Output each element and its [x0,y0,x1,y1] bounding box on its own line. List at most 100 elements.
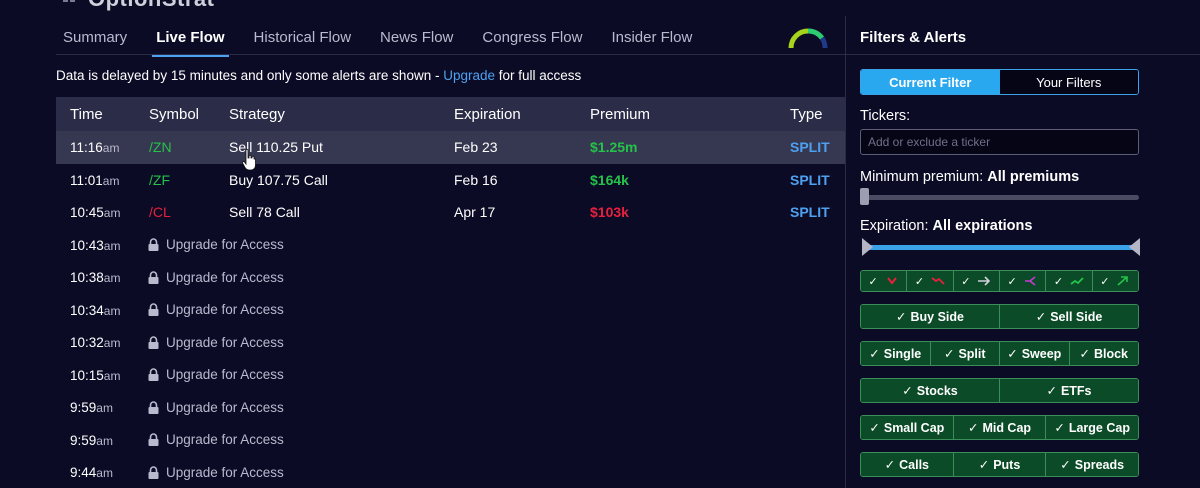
locked-row[interactable]: 10:15am Upgrade for Access [56,359,845,392]
bullish-filter[interactable]: ✓ [1092,271,1138,291]
lock-icon [148,368,159,382]
sentiment-filter-group: ✓ ✓ ✓ ✓ ✓ ✓ [860,270,1139,292]
row-time: 10:38am [70,270,121,286]
tab-news-flow[interactable]: News Flow [380,22,453,56]
lock-icon [148,466,159,479]
option-type-filter-group: ✓ Calls ✓ Puts ✓ Spreads [860,452,1139,477]
locked-row[interactable]: 10:34am Upgrade for Access [56,294,845,327]
row-strategy: Sell 78 Call [229,204,300,221]
table-row[interactable]: 11:16am /ZN Sell 110.25 Put Feb 23 $1.25… [56,131,845,164]
sweep-filter[interactable]: ✓ Sweep [1000,342,1070,365]
upgrade-access[interactable]: Upgrade for Access [148,302,284,317]
notice-suffix: for full access [495,68,582,83]
lock-icon [148,303,159,317]
flow-table: Time Symbol Strategy Expiration Premium … [56,97,845,488]
min-premium-slider-handle[interactable] [860,188,869,205]
side-filter-group: ✓ Buy Side ✓ Sell Side [860,304,1139,329]
row-symbol[interactable]: /ZF [149,172,170,188]
current-filter-button[interactable]: Current Filter [861,70,1000,94]
etfs-filter[interactable]: ✓ ETFs [1000,379,1138,402]
upgrade-access[interactable]: Upgrade for Access [148,465,284,480]
tab-live-flow[interactable]: Live Flow [152,22,229,57]
delay-notice: Data is delayed by 15 minutes and only s… [56,68,581,83]
header-premium[interactable]: Premium [590,106,650,123]
ticker-input[interactable] [860,129,1139,155]
tab-summary[interactable]: Summary [63,22,127,56]
calls-filter[interactable]: ✓ Calls [861,453,954,476]
small-cap-filter[interactable]: ✓ Small Cap [861,416,954,439]
stocks-filter[interactable]: ✓ Stocks [861,379,1000,402]
upgrade-access[interactable]: Upgrade for Access [148,237,284,252]
filter-toggle: Current Filter Your Filters [860,69,1139,95]
spreads-filter[interactable]: ✓ Spreads [1046,453,1138,476]
row-symbol[interactable]: /CL [149,204,171,220]
row-time: 11:01am [70,172,120,188]
mid-cap-filter[interactable]: ✓ Mid Cap [953,416,1047,439]
gauge-icon [788,28,828,49]
row-symbol[interactable]: /ZN [149,139,172,155]
upgrade-access[interactable]: Upgrade for Access [148,432,284,447]
panel-divider [845,16,846,488]
bullish-trend-filter[interactable]: ✓ [1046,271,1093,291]
split-filter[interactable]: ✓ Split [930,342,1000,365]
lock-icon [148,238,159,252]
filters-alerts-title: Filters & Alerts [860,29,967,46]
tab-insider-flow[interactable]: Insider Flow [611,22,692,56]
expiration-slider-track[interactable] [862,245,1139,250]
min-premium-label: Minimum premium: All premiums [860,169,1080,185]
single-filter[interactable]: ✓ Single [861,342,931,365]
header-symbol[interactable]: Symbol [149,106,199,123]
upgrade-access[interactable]: Upgrade for Access [148,400,284,415]
large-cap-filter[interactable]: ✓ Large Cap [1046,416,1138,439]
header-time[interactable]: Time [70,106,103,123]
tab-congress-flow[interactable]: Congress Flow [482,22,582,56]
trend-up-icon [1070,277,1084,285]
app-logo[interactable]: OptionStrat [60,0,260,11]
locked-row[interactable]: 10:32am Upgrade for Access [56,326,845,359]
row-time: 9:59am [70,432,113,448]
locked-row[interactable]: 10:43am Upgrade for Access [56,229,845,262]
split-arrows-icon [1024,276,1036,286]
row-time: 11:16am [70,140,120,156]
sell-side-filter[interactable]: ✓ Sell Side [1000,305,1138,328]
hand-cursor-icon [242,149,256,171]
row-time: 10:32am [70,335,121,351]
buy-side-filter[interactable]: ✓ Buy Side [861,305,1000,328]
your-filters-button[interactable]: Your Filters [999,70,1138,94]
upgrade-access[interactable]: Upgrade for Access [148,335,284,350]
table-header: Time Symbol Strategy Expiration Premium … [56,97,845,131]
expiration-value: All expirations [932,218,1033,234]
table-row[interactable]: 10:45am /CL Sell 78 Call Apr 17 $103k SP… [56,196,845,229]
upgrade-access[interactable]: Upgrade for Access [148,270,284,285]
expiration-slider-right-handle[interactable] [1129,238,1140,256]
bearish-filter[interactable]: ✓ [861,271,908,291]
tab-historical-flow[interactable]: Historical Flow [254,22,352,56]
row-time: 10:45am [70,205,121,221]
row-type: SPLIT [790,139,830,156]
row-expiration: Feb 23 [454,139,498,156]
asset-filter-group: ✓ Stocks ✓ ETFs [860,378,1139,403]
min-premium-slider-track[interactable] [862,195,1139,200]
lock-icon [148,271,159,284]
upgrade-access[interactable]: Upgrade for Access [148,367,284,382]
header-expiration[interactable]: Expiration [454,106,521,123]
table-row[interactable]: 11:01am /ZF Buy 107.75 Call Feb 16 $164k… [56,164,845,197]
lock-icon [148,401,159,414]
locked-row[interactable]: 9:59am Upgrade for Access [56,424,845,457]
puts-filter[interactable]: ✓ Puts [953,453,1047,476]
locked-row[interactable]: 10:38am Upgrade for Access [56,261,845,294]
locked-row[interactable]: 9:44am Upgrade for Access [56,456,845,488]
expiration-label: Expiration: All expirations [860,218,1033,234]
row-strategy: Buy 107.75 Call [229,171,328,188]
bearish-trend-filter[interactable]: ✓ [907,271,954,291]
expiration-slider-left-handle[interactable] [862,238,873,256]
block-filter[interactable]: ✓ Block [1069,342,1138,365]
trend-down-icon [931,277,945,285]
header-type[interactable]: Type [790,106,823,123]
tickers-label: Tickers: [860,108,911,124]
upgrade-link[interactable]: Upgrade [443,68,495,83]
neutral-filter[interactable]: ✓ [953,271,1000,291]
locked-row[interactable]: 9:59am Upgrade for Access [56,391,845,424]
directional-filter[interactable]: ✓ [999,271,1047,291]
header-strategy[interactable]: Strategy [229,106,285,123]
